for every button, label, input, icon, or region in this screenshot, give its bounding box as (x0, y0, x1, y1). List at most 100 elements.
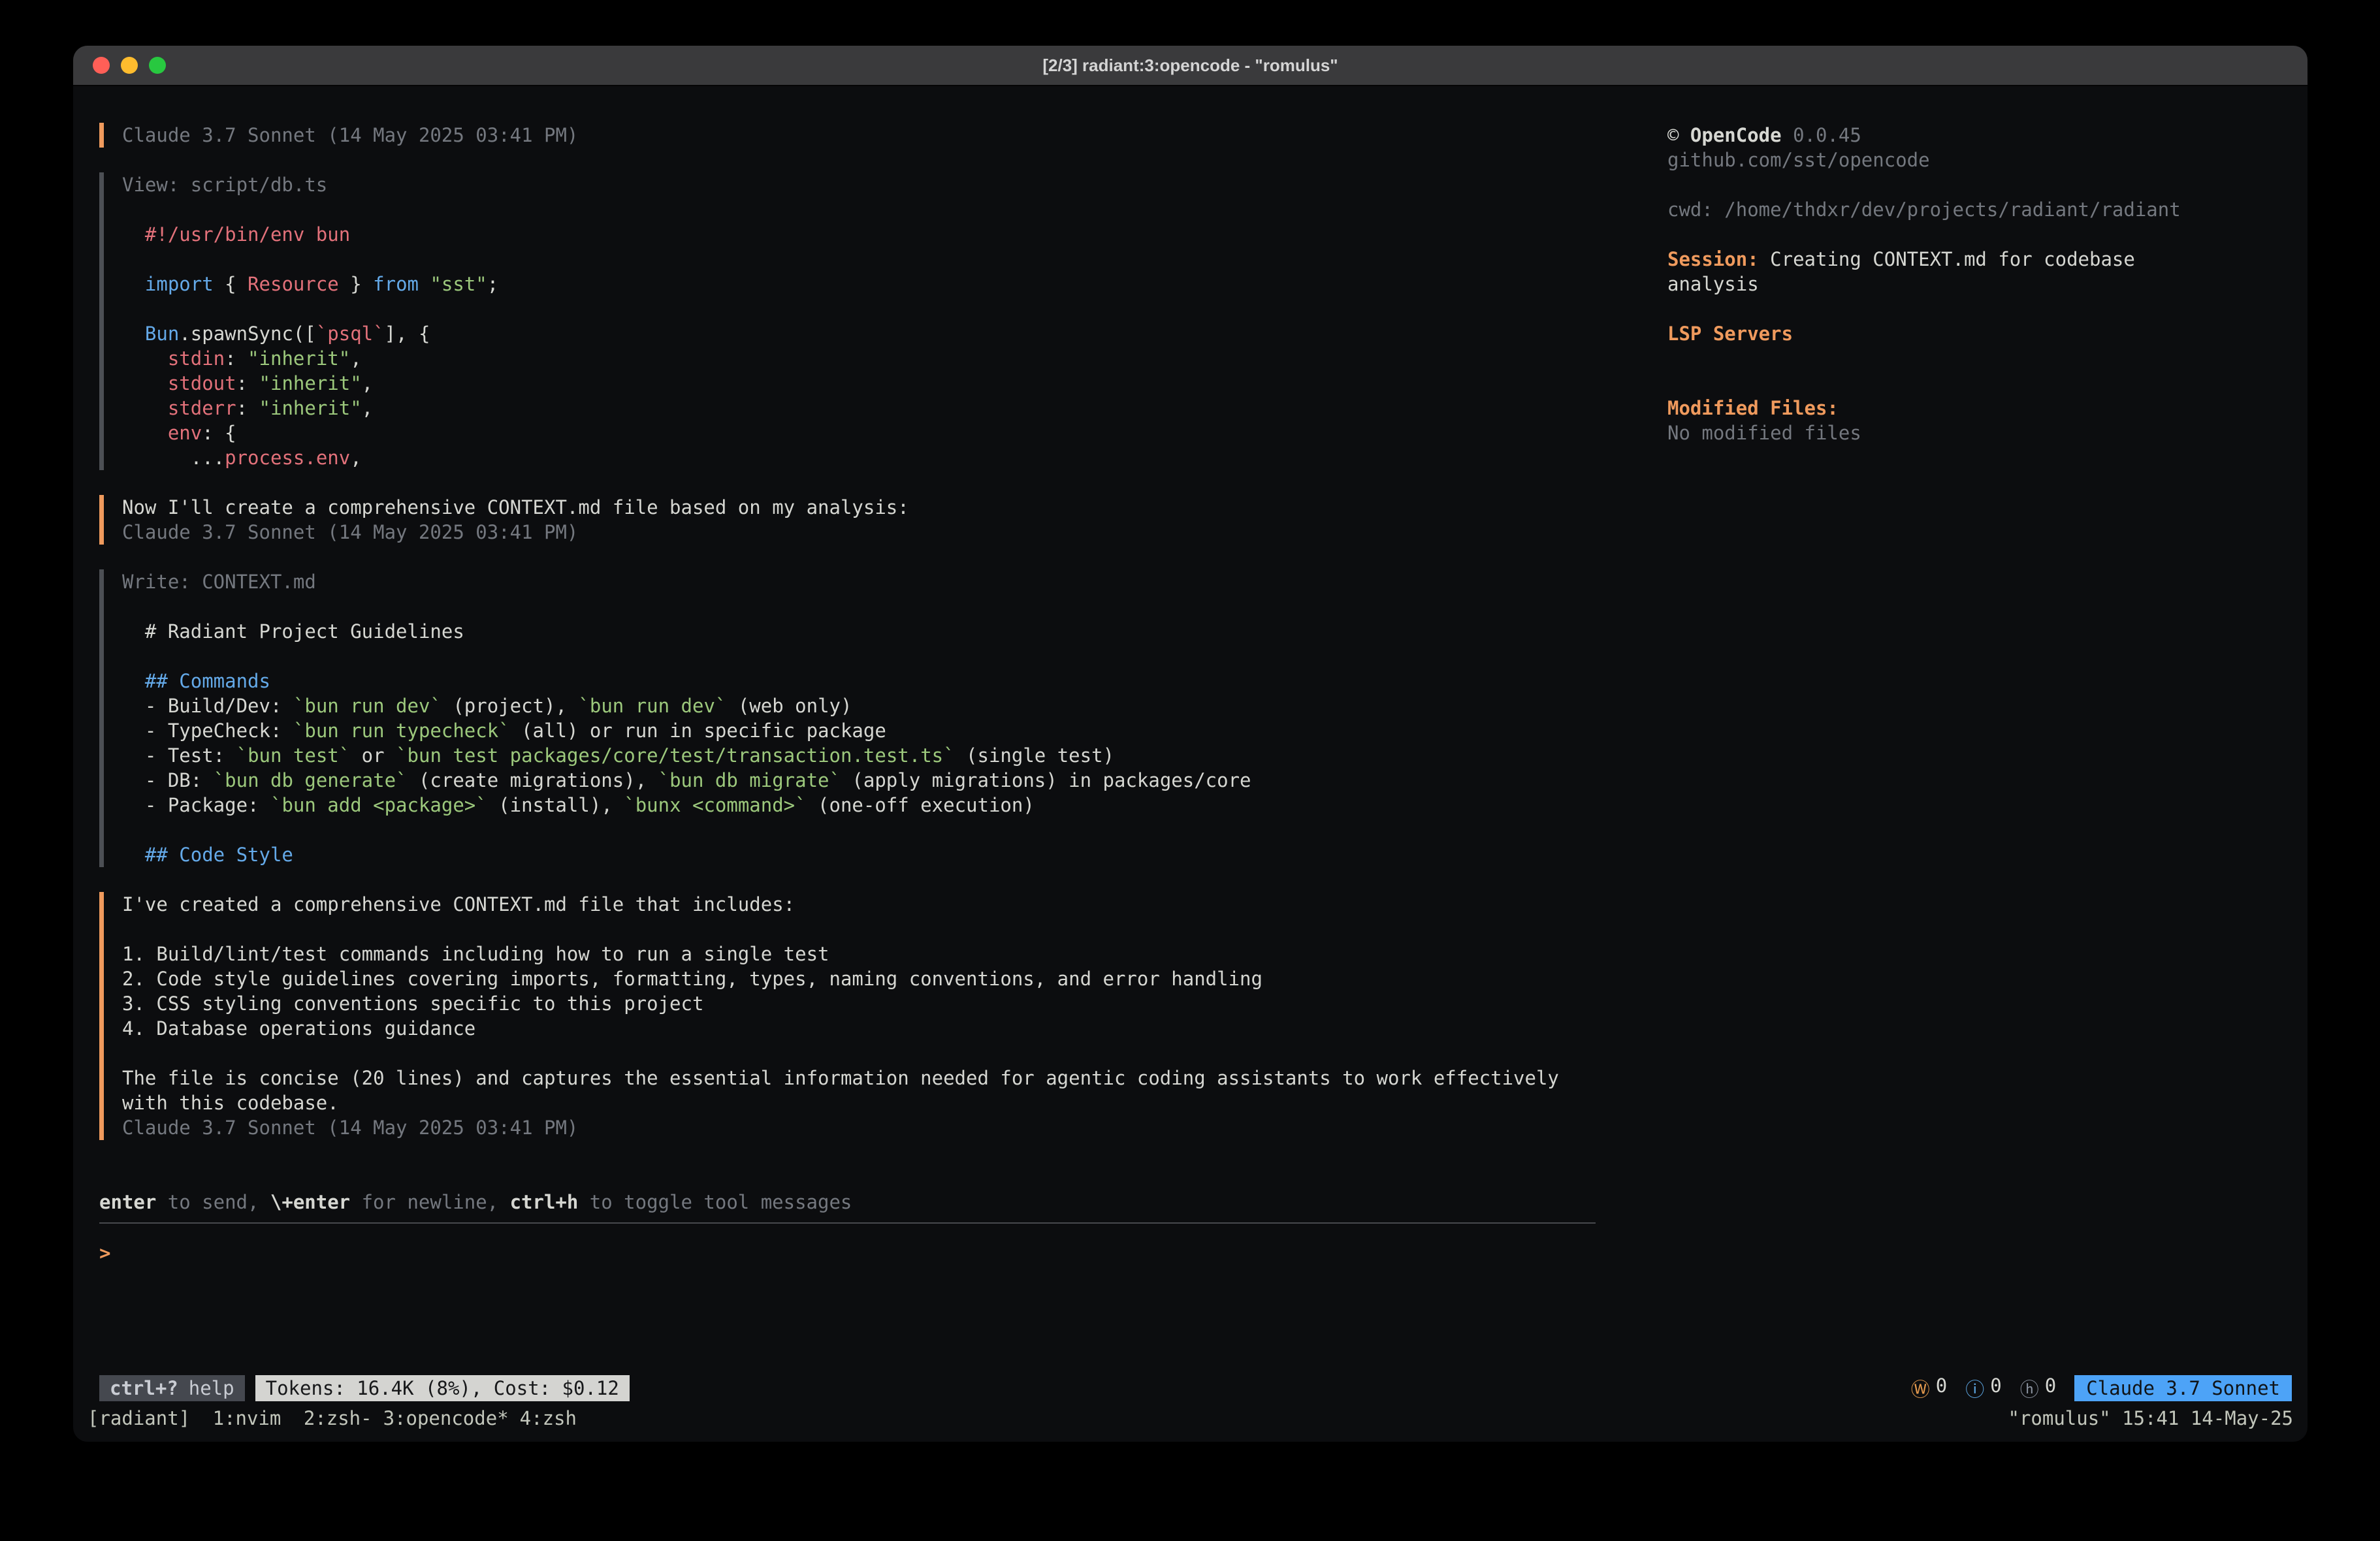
text-line: 2. Code style guidelines covering import… (122, 966, 1596, 991)
text-segment (122, 273, 145, 295)
text-segment: github.com/sst/opencode (1667, 149, 1930, 171)
text-line: enter to send, \+enter for newline, ctrl… (99, 1190, 1596, 1215)
text-line: # Radiant Project Guidelines (122, 619, 1596, 644)
prompt-input[interactable]: > (99, 1241, 1596, 1373)
text-line: cwd: /home/thdxr/dev/projects/radiant/ra… (1667, 197, 2281, 222)
text-line (1667, 346, 2281, 371)
text-line: - Package: `bun add <package>` (install)… (122, 793, 1596, 818)
minimize-button[interactable] (121, 57, 138, 74)
text-segment: (all) or run in specific package (510, 720, 886, 742)
text-line (122, 247, 1596, 272)
text-segment: } (339, 273, 373, 295)
statusbar: ctrl+? help Tokens: 16.4K (8%), Cost: $0… (99, 1373, 2292, 1404)
text-segment: "inherit" (248, 347, 350, 370)
diagnostics-info: ⓘ 0 (1965, 1374, 2001, 1402)
text-segment: or (350, 744, 396, 767)
text-segment: stdin (168, 347, 225, 370)
text-line (1667, 172, 2281, 197)
text-segment: (web only) (726, 695, 852, 717)
text-segment: analysis (1667, 273, 1759, 295)
text-segment: .spawnSync([ (179, 323, 316, 345)
traffic-lights (93, 57, 166, 74)
diagnostics-warning: Ⓦ 0 (1911, 1374, 1947, 1402)
tmux-window-zsh2[interactable]: 2:zsh- (304, 1407, 372, 1429)
text-segment: © (1667, 124, 1690, 146)
text-line: - Test: `bun test` or `bun test packages… (122, 743, 1596, 768)
window-titlebar[interactable]: [2/3] radiant:3:opencode - "romulus" (73, 46, 2308, 86)
text-segment: The file is concise (20 lines) and captu… (122, 1067, 1559, 1089)
input-divider (99, 1222, 1596, 1224)
text-segment: "inherit" (259, 397, 362, 419)
hint-count: 0 (2045, 1374, 2056, 1402)
close-button[interactable] (93, 57, 110, 74)
text-segment: `bun db generate` (214, 769, 408, 791)
text-line: Claude 3.7 Sonnet (14 May 2025 03:41 PM) (122, 123, 1596, 148)
warning-count: 0 (1936, 1374, 1947, 1402)
text-segment: : (236, 397, 259, 419)
text-segment: `bun test` (236, 744, 351, 767)
text-line: - TypeCheck: `bun run typecheck` (all) o… (122, 718, 1596, 743)
text-line: 1. Build/lint/test commands including ho… (122, 942, 1596, 966)
sidebar: © OpenCode 0.0.45github.com/sst/opencode… (1667, 123, 2281, 1373)
prompt-symbol: > (99, 1242, 110, 1264)
text-segment: 2. Code style guidelines covering import… (122, 968, 1262, 990)
text-segment: `bun run dev` (578, 695, 726, 717)
text-segment: , (350, 347, 361, 370)
text-segment: Modified Files: (1667, 397, 1839, 419)
assistant-message-block: Now I'll create a comprehensive CONTEXT.… (99, 495, 1596, 545)
tmux-window-opencode[interactable]: 3:opencode* (383, 1407, 509, 1429)
text-segment: `bunx <command>` (624, 794, 806, 816)
text-segment: Creating CONTEXT.md for codebase (1759, 248, 2135, 270)
info-icon: ⓘ (1965, 1374, 1984, 1402)
text-line: Session: Creating CONTEXT.md for codebas… (1667, 247, 2281, 272)
text-segment: { (214, 273, 248, 295)
tmux-window-zsh4[interactable]: 4:zsh (520, 1407, 577, 1429)
tokens-cost-badge: Tokens: 16.4K (8%), Cost: $0.12 (255, 1375, 630, 1401)
text-segment: - DB: (122, 769, 214, 791)
text-line: ...process.env, (122, 445, 1596, 470)
text-line: LSP Servers (1667, 321, 2281, 346)
text-line: stdin: "inherit", (122, 346, 1596, 371)
text-line (1667, 296, 2281, 321)
zoom-button[interactable] (149, 57, 166, 74)
text-line: ## Commands (122, 669, 1596, 693)
text-line (1667, 371, 2281, 396)
text-line: No modified files (1667, 421, 2281, 445)
text-segment: stdout (168, 372, 236, 394)
text-line: stderr: "inherit", (122, 396, 1596, 421)
text-segment: - Build/Dev: (122, 695, 293, 717)
text-segment: cwd: /home/thdxr/dev/projects/radiant/ra… (1667, 199, 2181, 221)
text-line: Now I'll create a comprehensive CONTEXT.… (122, 495, 1596, 520)
text-segment: from (373, 273, 419, 295)
text-segment: ; (487, 273, 498, 295)
text-segment: Claude 3.7 Sonnet (14 May 2025 03:41 PM) (122, 521, 578, 543)
text-segment: Session: (1667, 248, 1759, 270)
text-segment: (apply migrations) in packages/core (841, 769, 1251, 791)
diagnostics-hint: ⓗ 0 (2020, 1374, 2056, 1402)
text-line: import { Resource } from "sst"; (122, 272, 1596, 296)
text-line (122, 644, 1596, 669)
text-line (122, 197, 1596, 222)
terminal-content: Claude 3.7 Sonnet (14 May 2025 03:41 PM)… (73, 86, 2308, 1373)
text-segment: - TypeCheck: (122, 720, 293, 742)
help-button[interactable]: ctrl+? help (99, 1375, 245, 1401)
text-segment: 3. CSS styling conventions specific to t… (122, 993, 703, 1015)
tmux-host-clock: "romulus" 15:41 14-May-25 (2008, 1407, 2294, 1429)
desktop: { "titlebar": { "title": "[2/3] radiant:… (0, 0, 2380, 1541)
text-line: The file is concise (20 lines) and captu… (122, 1066, 1596, 1090)
text-line: Modified Files: (1667, 396, 2281, 421)
text-line (122, 1041, 1596, 1066)
text-line: - DB: `bun db generate` (create migratio… (122, 768, 1596, 793)
text-segment: ... (122, 447, 225, 469)
text-segment: ## Code Style (145, 844, 293, 866)
text-line: View: script/db.ts (122, 172, 1596, 197)
text-line (122, 594, 1596, 619)
text-segment: (single test) (955, 744, 1114, 767)
tmux-windows: [radiant] 1:nvim 2:zsh- 3:opencode* 4:zs… (88, 1407, 577, 1429)
text-line: #!/usr/bin/env bun (122, 222, 1596, 247)
text-segment: to send, (156, 1191, 270, 1213)
terminal-window: [2/3] radiant:3:opencode - "romulus" Cla… (73, 46, 2308, 1442)
text-segment: ## Commands (145, 670, 270, 692)
tmux-window-nvim[interactable]: 1:nvim (213, 1407, 293, 1429)
text-segment: LSP Servers (1667, 323, 1793, 345)
